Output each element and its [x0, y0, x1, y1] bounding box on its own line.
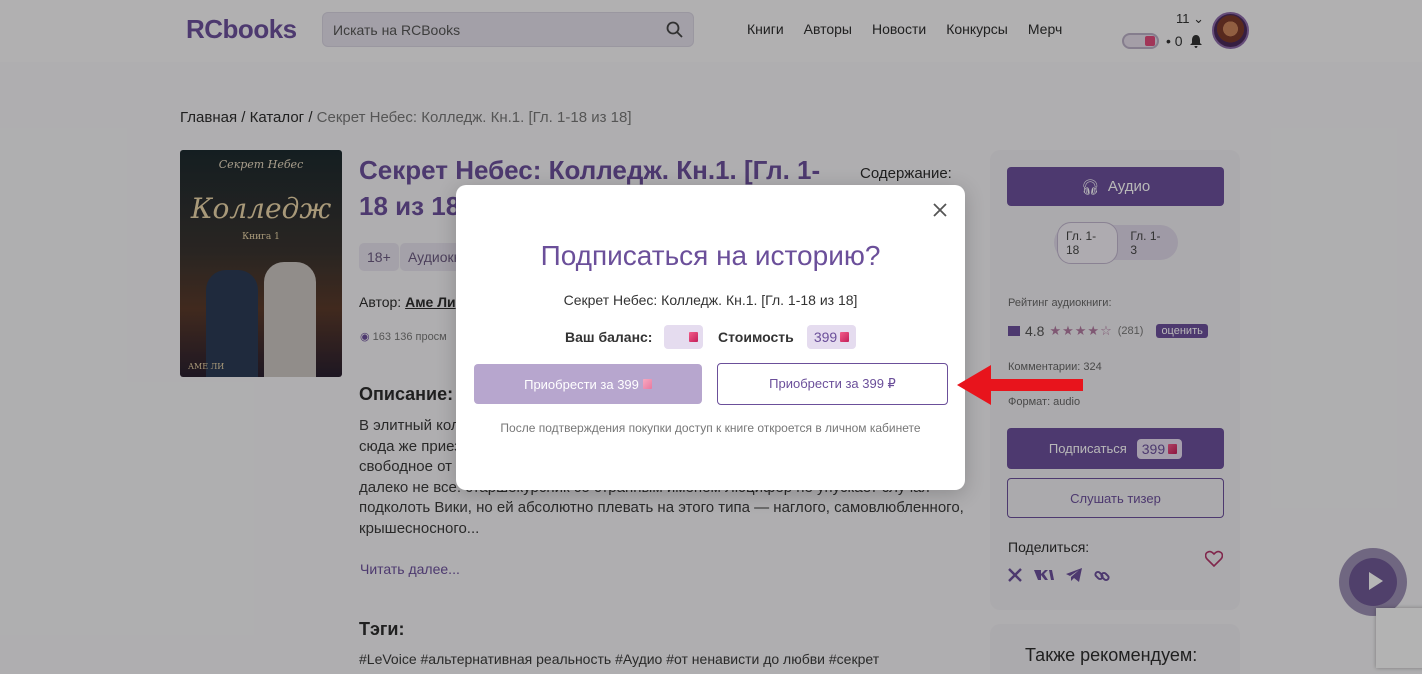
gem-icon: [840, 332, 850, 342]
purchase-note: После подтверждения покупки доступ к кни…: [500, 421, 921, 435]
modal-title: Подписаться на историю?: [540, 240, 881, 271]
cost-value: 399: [807, 325, 856, 349]
subscribe-modal: [456, 185, 965, 490]
cost-label: Стоимость: [718, 329, 794, 345]
balance-label: Ваш баланс:: [565, 329, 653, 345]
cost-amount: 399: [813, 329, 838, 345]
red-arrow-annotation: [957, 365, 1083, 405]
gem-icon: [689, 332, 698, 342]
balance-value: [664, 325, 703, 349]
close-icon[interactable]: [931, 201, 949, 219]
buy-with-gems-button[interactable]: Приобрести за 399: [474, 364, 702, 404]
gem-icon: [642, 379, 652, 389]
buy-with-gems-label: Приобрести за 399: [524, 376, 639, 392]
modal-book-title: Секрет Небес: Колледж. Кн.1. [Гл. 1-18 и…: [563, 292, 858, 308]
buy-with-rubles-button[interactable]: Приобрести за 399 ₽: [717, 363, 948, 405]
